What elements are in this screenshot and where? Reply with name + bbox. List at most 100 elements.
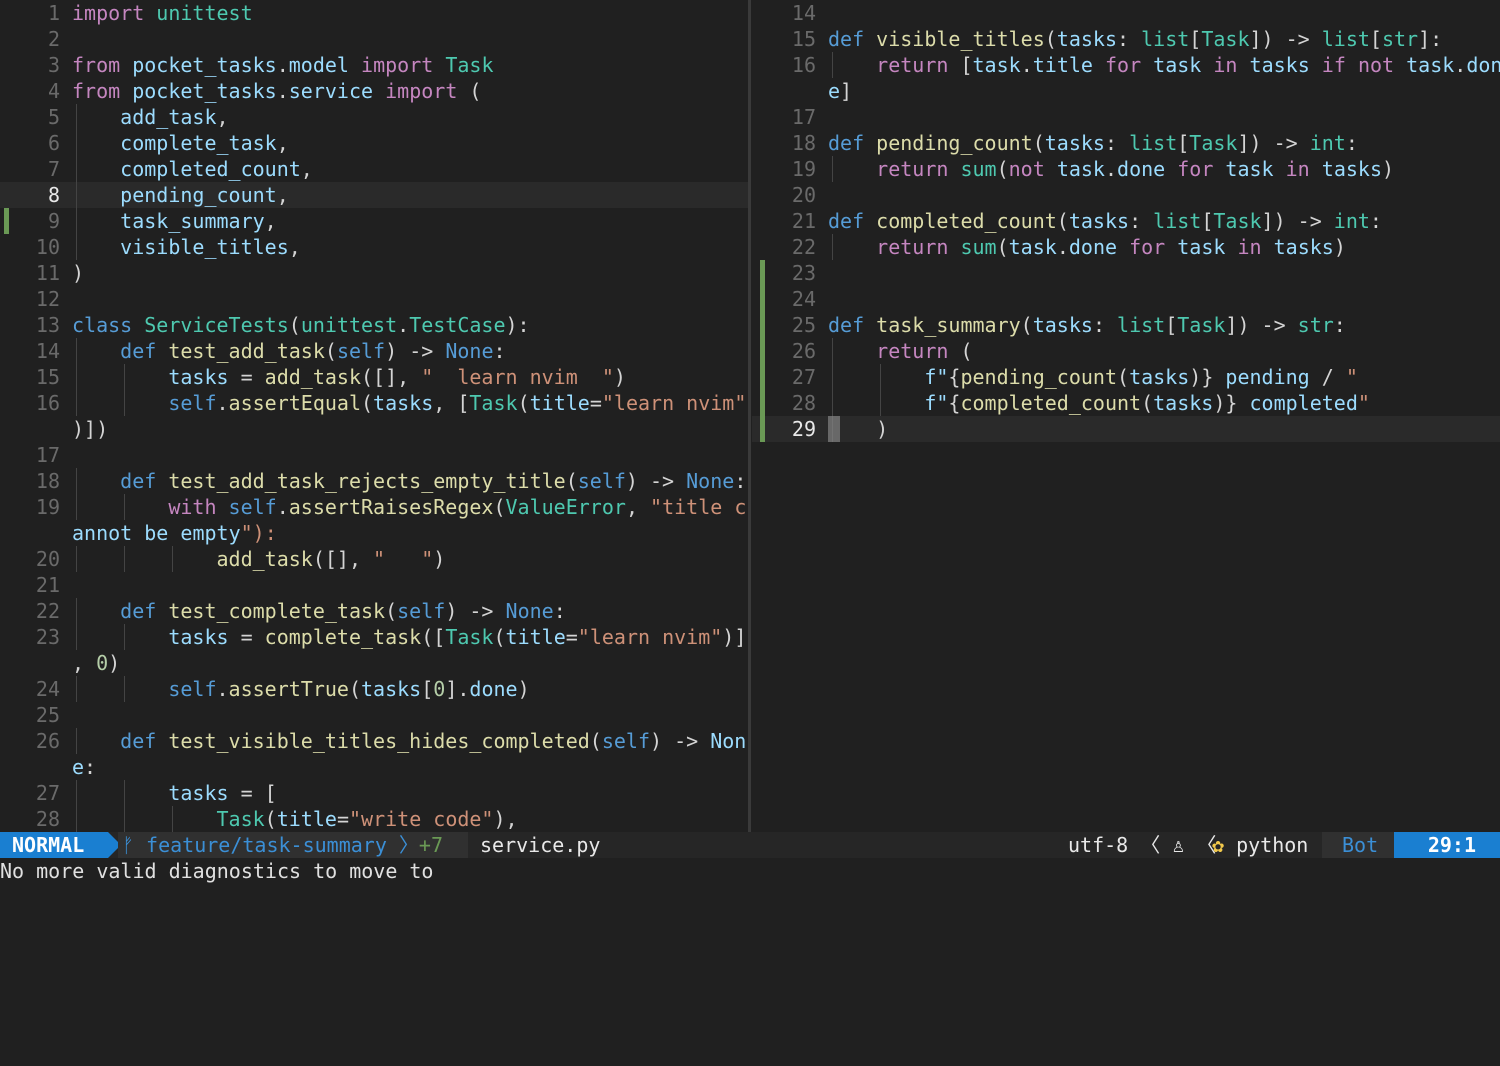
code-text[interactable]: def test_add_task_rejects_empty_title(se… (72, 468, 746, 494)
code-text[interactable]: from pocket_tasks.model import Task (72, 52, 494, 78)
code-line[interactable]: 27 f"{pending_count(tasks)} pending / " (752, 364, 1500, 390)
line-number: 28 (791, 391, 816, 415)
code-line[interactable]: 25 (0, 702, 748, 728)
code-text[interactable]: def pending_count(tasks: list[Task]) -> … (828, 130, 1358, 156)
line-number: 2 (47, 27, 60, 51)
code-line[interactable]: 16 return [task.title for task in tasks … (752, 52, 1500, 78)
code-line[interactable]: 21 def completed_count(tasks: list[Task])… (752, 208, 1500, 234)
code-text[interactable]: def test_complete_task(self) -> None: (72, 598, 566, 624)
code-text[interactable]: return ( (828, 338, 972, 364)
code-line[interactable]: 4 from pocket_tasks.service import ( (0, 78, 748, 104)
code-text[interactable]: task_summary, (72, 208, 277, 234)
code-text[interactable]: class ServiceTests(unittest.TestCase): (72, 312, 530, 338)
code-text[interactable]: f"{pending_count(tasks)} pending / " (828, 364, 1358, 390)
code-line[interactable]: 22 def test_complete_task(self) -> None: (0, 598, 748, 624)
code-line[interactable]: 26 def test_visible_titles_hides_complet… (0, 728, 748, 754)
code-line[interactable]: 22 return sum(task.done for task in task… (752, 234, 1500, 260)
code-text[interactable]: def task_summary(tasks: list[Task]) -> s… (828, 312, 1346, 338)
code-line[interactable]: 21 (0, 572, 748, 598)
code-line[interactable]: 8 pending_count, (0, 182, 748, 208)
code-line[interactable]: e] (752, 78, 1500, 104)
code-text[interactable]: Task(title="write code"), (72, 806, 518, 832)
code-text[interactable]: tasks = complete_task([Task(title="learn… (72, 624, 746, 650)
right-editor-pane[interactable]: 14 15 def visible_titles(tasks: list[Task]… (752, 0, 1500, 832)
window-split-divider[interactable] (748, 0, 751, 832)
code-text[interactable]: def test_add_task(self) -> None: (72, 338, 505, 364)
code-text[interactable]: f"{completed_count(tasks)} completed" (828, 390, 1370, 416)
code-text[interactable]: visible_titles, (72, 234, 301, 260)
code-line[interactable]: 24 (752, 286, 1500, 312)
code-text[interactable]: tasks = [ (72, 780, 276, 806)
code-line[interactable]: 9 task_summary, (0, 208, 748, 234)
code-line[interactable]: 5 add_task, (0, 104, 748, 130)
code-line[interactable]: 15 tasks = add_task([], " learn nvim ") (0, 364, 748, 390)
code-line[interactable]: e: (0, 754, 748, 780)
code-line[interactable]: 28 Task(title="write code"), (0, 806, 748, 832)
code-line[interactable]: 18 def test_add_task_rejects_empty_title… (0, 468, 748, 494)
code-text[interactable]: add_task, (72, 104, 228, 130)
code-text[interactable]: completed_count, (72, 156, 313, 182)
code-text[interactable]: add_task([], " ") (72, 546, 446, 572)
code-text[interactable]: def completed_count(tasks: list[Task]) -… (828, 208, 1382, 234)
code-line[interactable]: 14 (752, 0, 1500, 26)
code-line[interactable]: 28 f"{completed_count(tasks)} completed" (752, 390, 1500, 416)
line-number: 25 (35, 703, 60, 727)
code-text[interactable]: e] (828, 78, 852, 104)
code-line[interactable]: 11) (0, 260, 748, 286)
code-line[interactable]: )]) (0, 416, 748, 442)
code-text[interactable]: return [task.title for task in tasks if … (828, 52, 1500, 78)
code-line[interactable]: 6 complete_task, (0, 130, 748, 156)
code-line[interactable]: 7 completed_count, (0, 156, 748, 182)
code-text[interactable]: annot be empty"): (72, 520, 277, 546)
git-branch-icon: ᚠ (122, 833, 147, 857)
code-text[interactable]: def test_visible_titles_hides_completed(… (72, 728, 746, 754)
code-line[interactable]: 14 def test_add_task(self) -> None: (0, 338, 748, 364)
code-line[interactable]: 19 return sum(not task.done for task in … (752, 156, 1500, 182)
code-line[interactable]: 20 add_task([], " ") (0, 546, 748, 572)
code-line[interactable]: 20 (752, 182, 1500, 208)
code-text[interactable]: , 0) (72, 650, 120, 676)
line-number: 28 (35, 807, 60, 831)
code-text[interactable]: complete_task, (72, 130, 289, 156)
left-editor-pane[interactable]: 1 import unittest 2 3 from pocket_tasks.mode… (0, 0, 748, 832)
code-line[interactable]: 15 def visible_titles(tasks: list[Task]) … (752, 26, 1500, 52)
code-line[interactable]: 27 tasks = [ (0, 780, 748, 806)
code-line[interactable]: 18 def pending_count(tasks: list[Task]) -… (752, 130, 1500, 156)
code-text[interactable]: e: (72, 754, 96, 780)
code-text[interactable]: tasks = add_task([], " learn nvim ") (72, 364, 626, 390)
code-line[interactable]: 1 import unittest (0, 0, 748, 26)
code-line[interactable]: 12 (0, 286, 748, 312)
code-text[interactable]: import unittest (72, 0, 253, 26)
code-text[interactable]: self.assertTrue(tasks[0].done) (72, 676, 529, 702)
code-text[interactable]: )]) (72, 416, 108, 442)
code-line[interactable]: 16 self.assertEqual(tasks, [Task(title="… (0, 390, 748, 416)
code-text[interactable]: return sum(task.done for task in tasks) (828, 234, 1346, 260)
code-text[interactable]: from pocket_tasks.service import ( (72, 78, 481, 104)
file-encoding-section: utf-8 〈 ♙ 〈 (1068, 832, 1216, 858)
code-text[interactable]: def visible_titles(tasks: list[Task]) ->… (828, 26, 1442, 52)
code-line[interactable]: 10 visible_titles, (0, 234, 748, 260)
code-line[interactable]: 3 from pocket_tasks.model import Task (0, 52, 748, 78)
code-text[interactable]: self.assertEqual(tasks, [Task(title="lea… (72, 390, 746, 416)
code-line[interactable]: 23 tasks = complete_task([Task(title="le… (0, 624, 748, 650)
code-line[interactable]: 23 (752, 260, 1500, 286)
code-text[interactable]: return sum(not task.done for task in tas… (828, 156, 1394, 182)
code-line[interactable]: 26 return ( (752, 338, 1500, 364)
code-line[interactable]: 13 class ServiceTests(unittest.TestCase): (0, 312, 748, 338)
file-encoding: utf-8 (1068, 833, 1129, 857)
code-text[interactable]: pending_count, (72, 182, 289, 208)
code-line[interactable]: , 0) (0, 650, 748, 676)
code-line[interactable]: 25 def task_summary(tasks: list[Task]) ->… (752, 312, 1500, 338)
code-line[interactable]: 17 (752, 104, 1500, 130)
code-line[interactable]: 2 (0, 26, 748, 52)
line-number: 26 (35, 729, 60, 753)
chevron-right-icon: 〉 (398, 833, 419, 857)
line-number: 14 (791, 1, 816, 25)
code-text[interactable]: with self.assertRaisesRegex(ValueError, … (72, 494, 746, 520)
code-line[interactable]: 19 with self.assertRaisesRegex(ValueErro… (0, 494, 748, 520)
code-line[interactable]: 24 self.assertTrue(tasks[0].done) (0, 676, 748, 702)
code-line[interactable]: 29 ) (752, 416, 1500, 442)
code-line[interactable]: annot be empty"): (0, 520, 748, 546)
code-line[interactable]: 17 (0, 442, 748, 468)
code-text[interactable]: ) (72, 260, 84, 286)
